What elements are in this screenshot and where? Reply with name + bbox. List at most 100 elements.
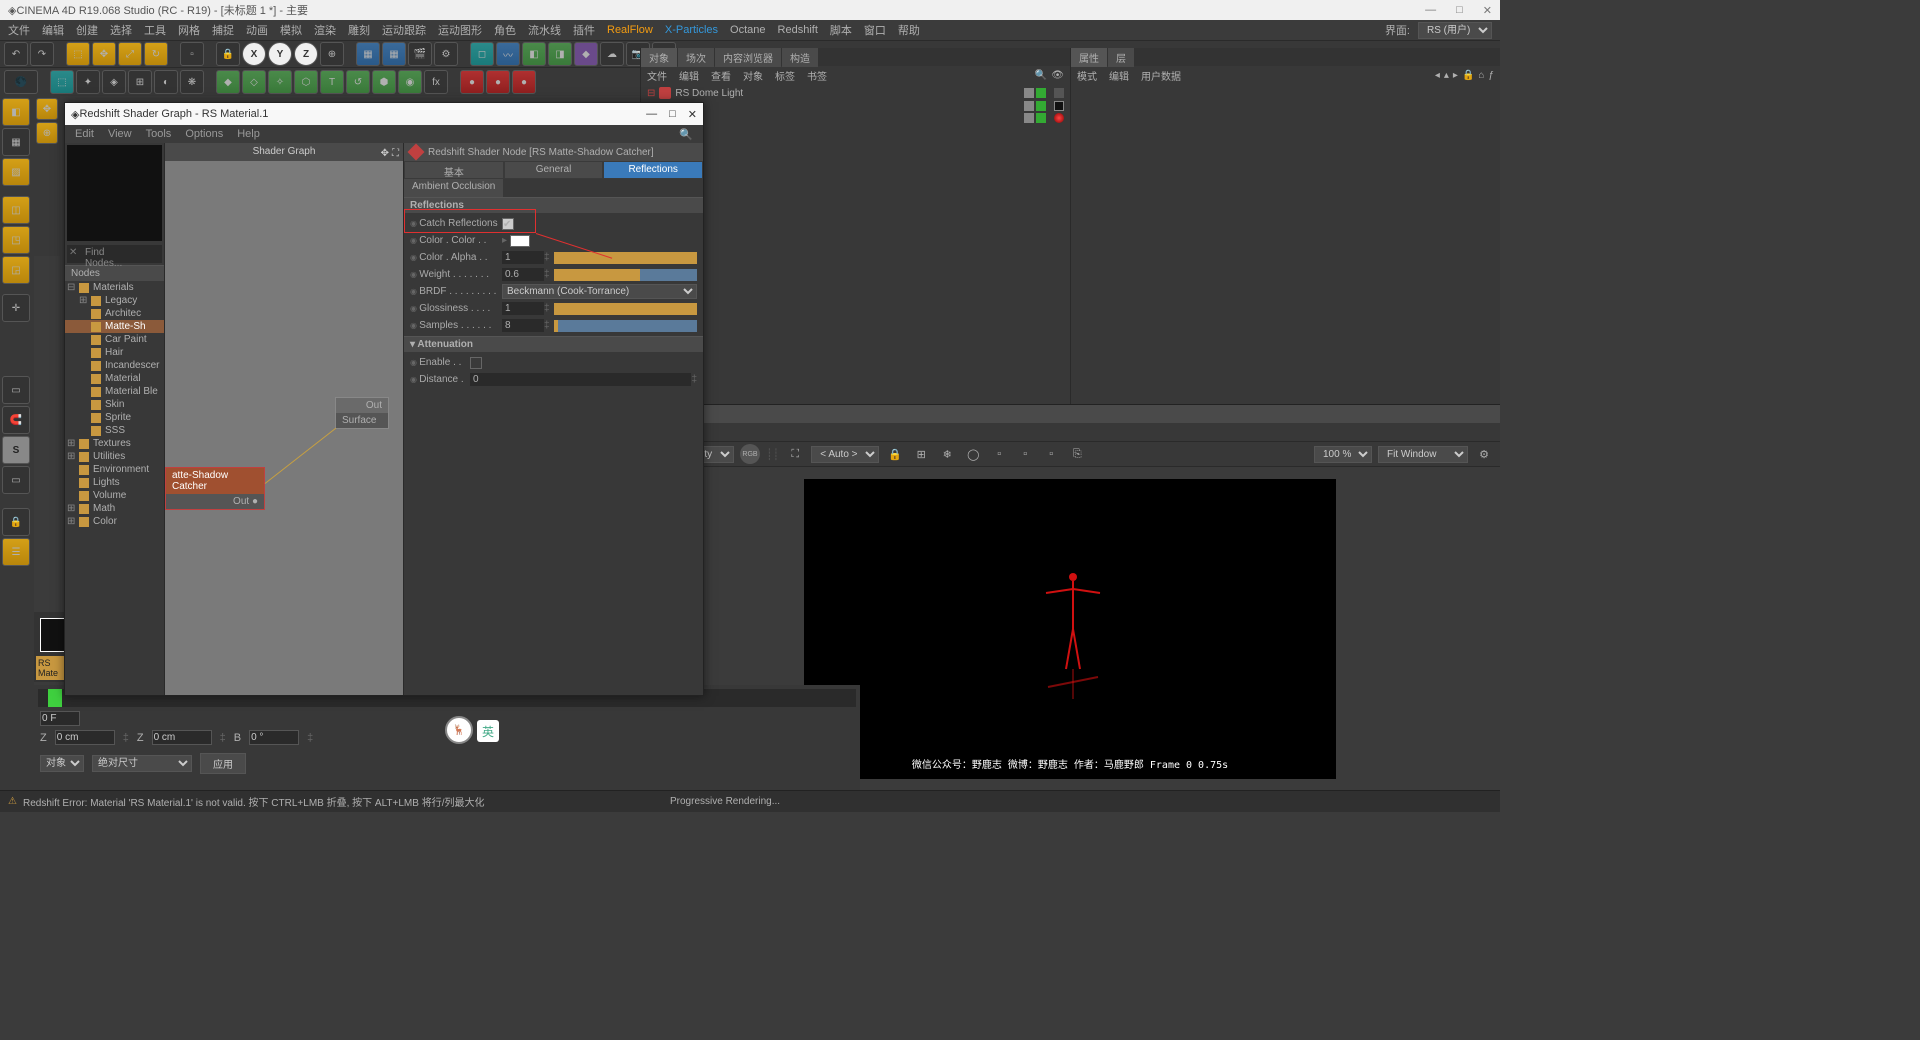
shader-menu-help[interactable]: Help [237,128,260,140]
menu-item[interactable]: 插件 [573,22,595,38]
tree-node[interactable]: Volume [65,489,164,502]
effector-1[interactable]: ◆ [216,70,240,94]
rgb-icon[interactable]: RGB [740,444,760,464]
workplane-mode[interactable]: ▨ [2,158,30,186]
tab-basic[interactable]: 基本 [404,161,504,179]
material-tag-icon[interactable] [1054,113,1064,123]
tree-node[interactable]: ⊞Color [65,515,164,528]
menu-item[interactable]: 模拟 [280,22,302,38]
region-selector[interactable]: < Auto > [811,446,879,463]
object-row-3[interactable] [643,112,1068,124]
lock-icon[interactable]: 🔒 [1462,70,1474,81]
func-icon[interactable]: ƒ [1488,70,1494,81]
menu-plugin-xparticles[interactable]: X-Particles [665,24,718,36]
tab-content[interactable]: 内容浏览器 [715,48,781,67]
move-tool[interactable]: ✥ [92,42,116,66]
render-region-button[interactable]: ▦ [382,42,406,66]
effector-4[interactable]: ⬡ [294,70,318,94]
x-axis-toggle[interactable]: X [242,42,266,66]
nav-fwd-icon[interactable]: ▴ [1444,70,1449,81]
vis-flag[interactable] [1024,113,1034,123]
obj-menu[interactable]: 对象 [743,68,763,83]
tree-node[interactable]: ⊟Materials [65,281,164,294]
section-attenuation[interactable]: ▾ Attenuation [404,336,703,352]
tree-node[interactable]: ⊞Textures [65,437,164,450]
menu-item[interactable]: 窗口 [864,22,886,38]
weight-input[interactable]: 0.6 [502,268,544,281]
viewport-solo[interactable]: ▭ [2,376,30,404]
tab-attributes[interactable]: 属性 [1071,48,1107,67]
brdf-select[interactable]: Beckmann (Cook-Torrance) [502,284,697,299]
close-icon[interactable]: ✕ [688,108,697,121]
move-icon[interactable]: ✥ [381,145,389,163]
circle-icon[interactable]: ◯ [963,444,983,464]
tag-icon[interactable] [1054,88,1064,98]
close-icon[interactable]: ✕ [1483,4,1492,17]
frame-start-input[interactable] [40,711,80,726]
snapshot2-icon[interactable]: ▫ [1015,444,1035,464]
shader-menu-edit[interactable]: Edit [75,128,94,140]
mograph-1[interactable]: ✦ [76,70,100,94]
minimize-icon[interactable]: — [646,108,657,121]
mograph-2[interactable]: ◈ [102,70,126,94]
deformer-tool[interactable]: ◆ [574,42,598,66]
lock-xyz[interactable]: 🔒 [216,42,240,66]
model-mode[interactable]: ◧ [2,98,30,126]
node-tree[interactable]: ⊟Materials⊞LegacyArchitecMatte-ShCar Pai… [65,281,164,695]
generator-tool[interactable]: ◧ [522,42,546,66]
obj-menu[interactable]: 编辑 [679,68,699,83]
nav-rotate[interactable]: ⊕ [36,122,58,144]
graph-node-matte-shadow[interactable]: atte-Shadow Catcher Out ● [165,467,265,510]
snapshot1-icon[interactable]: ▫ [989,444,1009,464]
object-row-domelight[interactable]: ⊟ RS Dome Light [643,86,1068,100]
material-tag-icon[interactable] [1054,101,1064,111]
tree-node[interactable]: Lights [65,476,164,489]
tab-struct[interactable]: 构造 [782,48,818,67]
menu-item[interactable]: 运动跟踪 [382,22,426,38]
lock-tool[interactable]: 🔒 [2,508,30,536]
render-view-button[interactable]: ▦ [356,42,380,66]
tree-node[interactable]: Car Paint [65,333,164,346]
vis-flag[interactable] [1036,113,1046,123]
tree-node[interactable]: Architec [65,307,164,320]
tree-node[interactable]: SSS [65,424,164,437]
effector-8[interactable]: ◉ [398,70,422,94]
obj-menu[interactable]: 标签 [775,68,795,83]
lock-icon[interactable]: 🔒 [885,444,905,464]
coord-system[interactable]: ⊕ [320,42,344,66]
vis-render-flag[interactable] [1036,88,1046,98]
menu-item[interactable]: 动画 [246,22,268,38]
tab-reflections[interactable]: Reflections [603,161,703,179]
effector-fx[interactable]: fx [424,70,448,94]
ime-indicator[interactable]: 英 [477,720,499,742]
weight-slider[interactable] [554,269,697,281]
mograph-5[interactable]: ❋ [180,70,204,94]
coord-object-select[interactable]: 对象 [40,755,84,772]
timeline-marker[interactable] [48,689,62,707]
eye-icon[interactable]: 👁 [1051,70,1064,81]
fit-selector[interactable]: Fit Window [1378,446,1468,463]
distance-input[interactable]: 0 [470,373,691,386]
menu-item[interactable]: 帮助 [898,22,920,38]
attr-menu[interactable]: 用户数据 [1141,68,1181,83]
last-tool[interactable]: ▫ [180,42,204,66]
catch-reflections-checkbox[interactable]: ✔ [502,218,514,230]
spline-tool[interactable]: 〰 [496,42,520,66]
menu-item[interactable]: 脚本 [830,22,852,38]
tree-node[interactable]: Hair [65,346,164,359]
mograph-3[interactable]: ⊞ [128,70,152,94]
tree-node[interactable]: ⊞Math [65,502,164,515]
rs-btn-1[interactable]: ● [460,70,484,94]
tab-layers[interactable]: 层 [1108,48,1134,67]
snap-toggle[interactable]: 🧲 [2,406,30,434]
shader-graph-canvas[interactable]: Shader Graph ✥⛶ Out Surface atte-Shadow … [165,143,403,695]
effector-5[interactable]: T [320,70,344,94]
axis-mode[interactable]: ✛ [2,294,30,322]
search-icon[interactable]: 🔍 [679,128,693,141]
rotate-tool[interactable]: ↻ [144,42,168,66]
maximize-icon[interactable]: □ [669,108,676,121]
cube-primitive[interactable]: ◻ [470,42,494,66]
z-axis-toggle[interactable]: Z [294,42,318,66]
filter-tool[interactable]: ☰ [2,538,30,566]
menu-item[interactable]: 编辑 [42,22,64,38]
